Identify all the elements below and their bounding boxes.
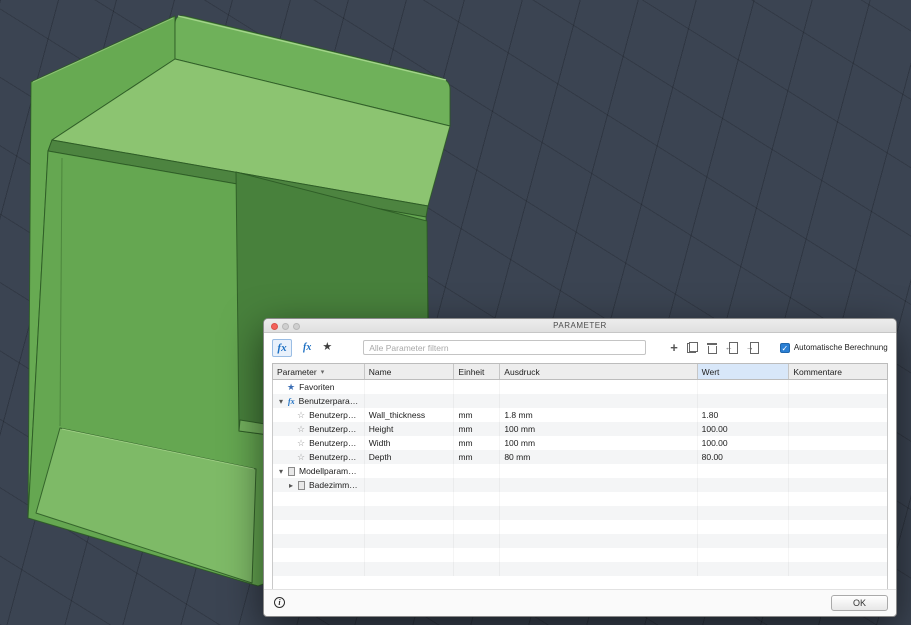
row-label: Badezimm… xyxy=(309,480,358,490)
row-label: Benutzerp… xyxy=(309,410,357,420)
parameter-filter-input[interactable] xyxy=(363,340,647,355)
auto-calc-checkbox[interactable]: ✓ xyxy=(779,342,790,353)
param-name[interactable]: Width xyxy=(365,436,455,450)
param-comment[interactable] xyxy=(789,422,887,436)
copy-parameter-icon[interactable] xyxy=(686,342,698,353)
dialog-title: PARAMETER xyxy=(553,321,607,330)
caret-down-icon[interactable]: ▾ xyxy=(279,467,288,476)
param-comment[interactable] xyxy=(789,408,887,422)
dialog-titlebar[interactable]: PARAMETER xyxy=(264,319,896,333)
row-label: Modellparam… xyxy=(299,466,357,476)
param-unit[interactable]: mm xyxy=(454,436,501,450)
export-parameters-icon[interactable] xyxy=(746,342,759,354)
favorite-toggle-star-icon[interactable]: ☆ xyxy=(297,424,305,435)
row-label: Favoriten xyxy=(299,382,335,392)
import-parameters-icon[interactable] xyxy=(725,342,738,354)
table-row-favorites[interactable]: ★ Favoriten xyxy=(273,380,887,394)
table-row-wall-thickness[interactable]: ☆ Benutzerp… Wall_thickness mm 1.8 mm 1.… xyxy=(273,408,887,422)
column-header-einheit[interactable]: Einheit xyxy=(454,364,501,379)
maximize-icon[interactable] xyxy=(293,323,300,330)
favorite-toggle-star-icon[interactable]: ☆ xyxy=(297,410,305,421)
new-parameter-fx-icon[interactable]: fx xyxy=(303,342,311,353)
table-row-empty xyxy=(273,520,887,534)
close-icon[interactable] xyxy=(271,323,278,330)
caret-right-icon[interactable]: ▸ xyxy=(289,481,298,490)
param-expression[interactable]: 100 mm xyxy=(500,422,698,436)
auto-calc-label: Automatische Berechnung xyxy=(793,343,888,352)
minimize-icon[interactable] xyxy=(282,323,289,330)
table-row-width[interactable]: ☆ Benutzerp… Width mm 100 mm 100.00 xyxy=(273,436,887,450)
param-value: 100.00 xyxy=(698,436,790,450)
add-parameter-icon[interactable]: + xyxy=(670,341,678,354)
favorites-star-icon: ★ xyxy=(287,381,296,392)
param-expression[interactable]: 80 mm xyxy=(500,450,698,464)
param-unit[interactable]: mm xyxy=(454,422,501,436)
table-body: ★ Favoriten ▾ fx Benutzerpara… ☆ Benutze… xyxy=(272,380,888,592)
table-row-empty xyxy=(273,534,887,548)
fx-icon: fx xyxy=(288,396,295,406)
param-name[interactable]: Depth xyxy=(365,450,455,464)
favorite-toggle-star-icon[interactable]: ☆ xyxy=(297,452,305,463)
column-header-parameter[interactable]: Parameter ▾ xyxy=(273,364,365,379)
column-header-kommentare[interactable]: Kommentare xyxy=(789,364,887,379)
document-icon xyxy=(288,466,295,476)
param-name[interactable]: Height xyxy=(365,422,455,436)
row-label: Benutzerp… xyxy=(309,438,357,448)
table-row-model-parameters-group[interactable]: ▾ Modellparam… xyxy=(273,464,887,478)
chevron-down-icon[interactable]: ▾ xyxy=(321,368,325,376)
ok-button[interactable]: OK xyxy=(831,595,888,611)
dialog-toolbar: fx fx ★ + ✓ Automatische Berechnung xyxy=(264,333,896,362)
favorite-toggle-star-icon[interactable]: ☆ xyxy=(297,438,305,449)
check-icon: ✓ xyxy=(781,343,789,353)
table-row-depth[interactable]: ☆ Benutzerp… Depth mm 80 mm 80.00 xyxy=(273,450,887,464)
table-row-empty xyxy=(273,506,887,520)
user-parameters-button[interactable]: fx xyxy=(272,338,292,357)
column-header-name[interactable]: Name xyxy=(365,364,455,379)
info-icon[interactable]: i xyxy=(274,597,285,608)
table-row-user-parameters-group[interactable]: ▾ fx Benutzerpara… xyxy=(273,394,887,408)
param-value: 100.00 xyxy=(698,422,790,436)
parameter-dialog: PARAMETER fx fx ★ + ✓ Automatische Berec… xyxy=(263,318,897,617)
delete-parameter-icon[interactable] xyxy=(706,342,718,354)
param-expression[interactable]: 100 mm xyxy=(500,436,698,450)
table-row-badezimmer[interactable]: ▸ Badezimm… xyxy=(273,478,887,492)
document-icon xyxy=(298,480,305,490)
table-row-empty xyxy=(273,548,887,562)
favorites-filter-star-icon[interactable]: ★ xyxy=(322,342,332,353)
table-row-height[interactable]: ☆ Benutzerp… Height mm 100 mm 100.00 xyxy=(273,422,887,436)
table-header: Parameter ▾ Name Einheit Ausdruck Wert K… xyxy=(272,363,888,380)
param-comment[interactable] xyxy=(789,436,887,450)
param-value: 80.00 xyxy=(698,450,790,464)
column-header-ausdruck[interactable]: Ausdruck xyxy=(500,364,698,379)
fx-icon: fx xyxy=(277,341,287,354)
param-name[interactable]: Wall_thickness xyxy=(365,408,455,422)
table-row-empty xyxy=(273,492,887,506)
param-value: 1.80 xyxy=(698,408,790,422)
row-label: Benutzerp… xyxy=(309,452,357,462)
dialog-footer: i OK xyxy=(264,589,896,616)
parameter-table: Parameter ▾ Name Einheit Ausdruck Wert K… xyxy=(272,363,888,592)
param-comment[interactable] xyxy=(789,450,887,464)
param-unit[interactable]: mm xyxy=(454,450,501,464)
param-expression[interactable]: 1.8 mm xyxy=(500,408,698,422)
row-label: Benutzerpara… xyxy=(298,396,359,406)
param-unit[interactable]: mm xyxy=(454,408,501,422)
row-label: Benutzerp… xyxy=(309,424,357,434)
column-header-wert[interactable]: Wert xyxy=(697,364,790,379)
caret-down-icon[interactable]: ▾ xyxy=(279,397,288,406)
table-row-empty xyxy=(273,562,887,576)
